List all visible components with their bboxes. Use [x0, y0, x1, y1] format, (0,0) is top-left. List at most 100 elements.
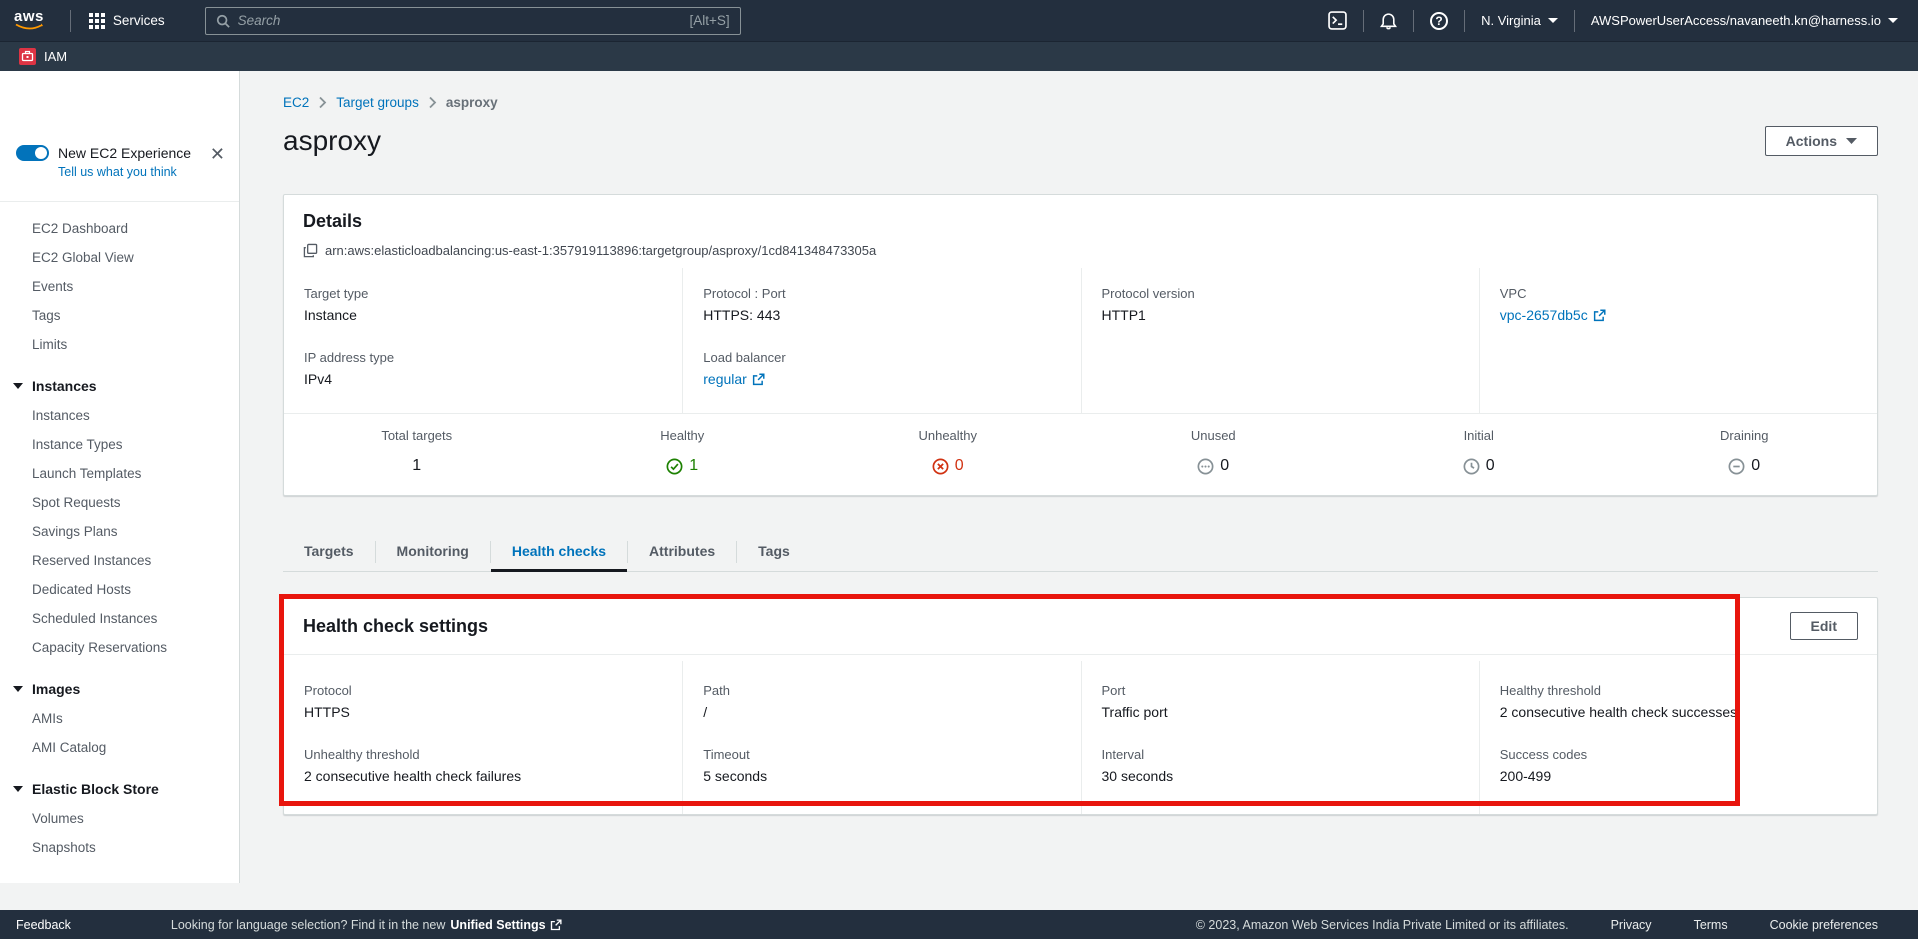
search-shortcut-hint: [Alt+S] — [689, 13, 729, 28]
sidebar-item-ami-catalog[interactable]: AMI Catalog — [0, 733, 239, 762]
clock-icon — [1463, 458, 1480, 475]
stat-unused: Unused 0 — [1081, 428, 1347, 475]
sidebar-item-snapshots[interactable]: Snapshots — [0, 833, 239, 862]
notifications-button[interactable] — [1374, 12, 1403, 30]
sidebar-item-volumes[interactable]: Volumes — [0, 804, 239, 833]
sidebar-item-reserved-instances[interactable]: Reserved Instances — [0, 546, 239, 575]
sidebar-item-scheduled-instances[interactable]: Scheduled Instances — [0, 604, 239, 633]
field-value: 5 seconds — [703, 768, 1060, 784]
chevron-down-icon — [1888, 18, 1898, 23]
tab-tags[interactable]: Tags — [737, 533, 811, 571]
search-box[interactable]: [Alt+S] — [205, 7, 741, 35]
field-label: Timeout — [703, 747, 1060, 762]
chevron-right-icon — [318, 96, 327, 109]
field-label: IP address type — [304, 350, 662, 365]
external-link-icon — [752, 373, 765, 386]
copy-icon[interactable] — [303, 243, 318, 258]
main-content: EC2 Target groups asproxy asproxy Action… — [240, 71, 1918, 910]
divider — [1574, 10, 1575, 32]
sidebar-item-instance-types[interactable]: Instance Types — [0, 430, 239, 459]
vpc-link[interactable]: vpc-2657db5c — [1500, 307, 1606, 323]
sidebar-item-capacity-reservations[interactable]: Capacity Reservations — [0, 633, 239, 662]
favorite-iam[interactable]: IAM — [19, 48, 67, 65]
grid-icon — [89, 13, 105, 29]
sidebar-item-savings-plans[interactable]: Savings Plans — [0, 517, 239, 546]
account-menu[interactable]: AWSPowerUserAccess/navaneeth.kn@harness.… — [1585, 13, 1904, 28]
top-navigation-bar: aws Services [Alt+S] ? N. Virginia — [0, 0, 1918, 41]
field-value: HTTP1 — [1102, 307, 1459, 323]
region-selector[interactable]: N. Virginia — [1475, 13, 1564, 28]
health-check-column: PortTraffic port Interval30 seconds — [1081, 661, 1479, 814]
edit-button[interactable]: Edit — [1790, 612, 1858, 640]
aws-logo[interactable]: aws — [14, 10, 44, 31]
search-icon — [216, 14, 230, 28]
cloudshell-button[interactable] — [1322, 11, 1353, 30]
sidebar-item-tags[interactable]: Tags — [0, 301, 239, 330]
details-column: Protocol : PortHTTPS: 443 Load balancer … — [682, 268, 1080, 413]
sidebar-item-ec2-dashboard[interactable]: EC2 Dashboard — [0, 214, 239, 243]
sidebar-item-amis[interactable]: AMIs — [0, 704, 239, 733]
health-check-settings-title: Health check settings — [303, 616, 488, 637]
services-label: Services — [113, 13, 165, 28]
footer: Feedback Looking for language selection?… — [0, 910, 1918, 939]
caret-down-icon — [13, 686, 23, 692]
sidebar: New EC2 Experience ✕ Tell us what you th… — [0, 71, 240, 910]
new-experience-toggle[interactable] — [16, 145, 49, 161]
field-value: / — [703, 704, 1060, 720]
bell-icon — [1380, 12, 1397, 30]
x-circle-icon — [932, 458, 949, 475]
target-stats-row: Total targets 1 Healthy 1 Unhealthy 0 — [284, 413, 1877, 495]
caret-down-icon — [13, 786, 23, 792]
sidebar-section-instances[interactable]: Instances — [0, 371, 239, 401]
breadcrumb-ec2[interactable]: EC2 — [283, 95, 309, 110]
field-label: Success codes — [1500, 747, 1857, 762]
terms-link[interactable]: Terms — [1694, 918, 1728, 932]
tab-attributes[interactable]: Attributes — [628, 533, 736, 571]
new-experience-block: New EC2 Experience ✕ Tell us what you th… — [0, 145, 239, 193]
search-input[interactable] — [238, 13, 682, 28]
actions-button[interactable]: Actions — [1765, 126, 1878, 156]
stat-initial: Initial 0 — [1346, 428, 1612, 475]
sidebar-item-limits[interactable]: Limits — [0, 330, 239, 359]
field-value: 200-499 — [1500, 768, 1857, 784]
close-icon[interactable]: ✕ — [210, 145, 225, 163]
field-value: IPv4 — [304, 371, 662, 387]
health-check-column: Path/ Timeout5 seconds — [682, 661, 1080, 814]
external-link-icon — [550, 919, 562, 931]
load-balancer-link[interactable]: regular — [703, 371, 765, 387]
sidebar-item-events[interactable]: Events — [0, 272, 239, 301]
tab-monitoring[interactable]: Monitoring — [376, 533, 490, 571]
field-value: HTTPS — [304, 704, 662, 720]
breadcrumb-current: asproxy — [446, 95, 498, 110]
field-value: 30 seconds — [1102, 768, 1459, 784]
feedback-link[interactable]: Feedback — [16, 918, 71, 932]
cookie-preferences-link[interactable]: Cookie preferences — [1770, 918, 1878, 932]
field-label: Protocol : Port — [703, 286, 1060, 301]
breadcrumb-target-groups[interactable]: Target groups — [336, 95, 419, 110]
tab-targets[interactable]: Targets — [283, 533, 375, 571]
new-experience-title: New EC2 Experience — [58, 145, 191, 161]
terminal-icon — [1328, 11, 1347, 30]
sidebar-item-dedicated-hosts[interactable]: Dedicated Hosts — [0, 575, 239, 604]
field-value: HTTPS: 443 — [703, 307, 1060, 323]
sidebar-item-instances[interactable]: Instances — [0, 401, 239, 430]
sidebar-section-images[interactable]: Images — [0, 674, 239, 704]
services-button[interactable]: Services — [81, 13, 173, 29]
minus-circle-icon — [1728, 458, 1745, 475]
favorite-iam-label: IAM — [44, 49, 67, 64]
tab-bar: Targets Monitoring Health checks Attribu… — [283, 533, 1878, 572]
ellipsis-circle-icon — [1197, 458, 1214, 475]
details-column: Protocol versionHTTP1 — [1081, 268, 1479, 413]
sidebar-section-elastic-block-store[interactable]: Elastic Block Store — [0, 774, 239, 804]
privacy-link[interactable]: Privacy — [1611, 918, 1652, 932]
unified-settings-link[interactable]: Unified Settings — [450, 918, 561, 932]
field-value: Instance — [304, 307, 662, 323]
sidebar-item-ec2-global-view[interactable]: EC2 Global View — [0, 243, 239, 272]
breadcrumb: EC2 Target groups asproxy — [283, 95, 1878, 110]
sidebar-item-launch-templates[interactable]: Launch Templates — [0, 459, 239, 488]
details-column: VPC vpc-2657db5c — [1479, 268, 1877, 413]
sidebar-item-spot-requests[interactable]: Spot Requests — [0, 488, 239, 517]
tell-us-link[interactable]: Tell us what you think — [58, 165, 223, 179]
help-button[interactable]: ? — [1424, 12, 1454, 30]
tab-health-checks[interactable]: Health checks — [491, 533, 627, 571]
